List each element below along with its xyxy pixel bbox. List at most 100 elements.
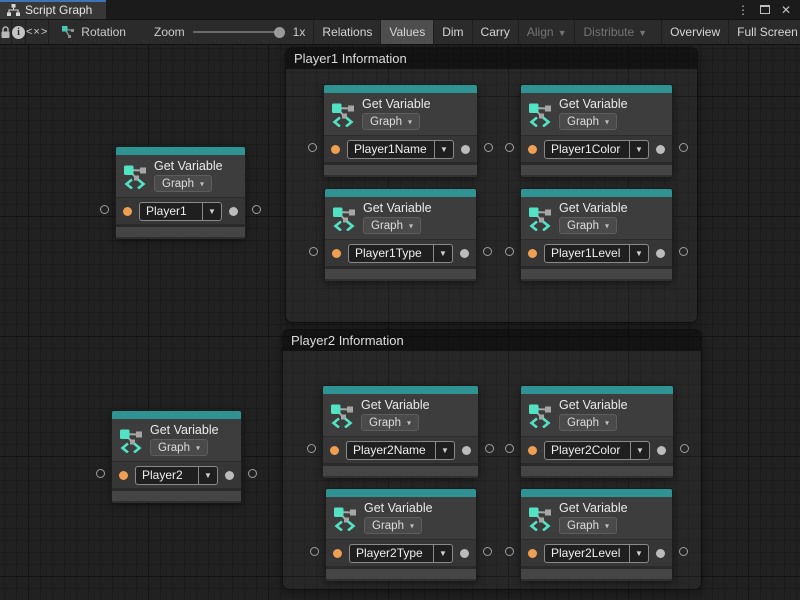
variable-scope-dropdown[interactable]: Graph ▾	[361, 414, 419, 431]
get-variable-node[interactable]: Get Variable Graph ▾ Player2 ▼	[111, 410, 242, 502]
output-connection-circle[interactable]	[679, 247, 688, 256]
variable-scope-dropdown[interactable]: Graph ▾	[362, 113, 420, 130]
name-input-port[interactable]	[528, 549, 537, 558]
variable-scope-dropdown[interactable]: Graph ▾	[559, 113, 617, 130]
get-variable-node[interactable]: Get Variable Graph ▾ Player2Name ▼	[322, 385, 479, 477]
output-connection-circle[interactable]	[679, 143, 688, 152]
name-input-port[interactable]	[528, 145, 537, 154]
toolbar-button[interactable]: Carry	[472, 20, 518, 44]
output-connection-circle[interactable]	[483, 547, 492, 556]
input-connection-circle[interactable]	[310, 547, 319, 556]
variable-name-dropdown[interactable]: Player2Type ▼	[349, 544, 453, 563]
name-input-port[interactable]	[528, 249, 537, 258]
get-variable-node[interactable]: Get Variable Graph ▾ Player1Type ▼	[324, 188, 477, 280]
input-connection-circle[interactable]	[96, 469, 105, 478]
node-title: Get Variable	[361, 399, 430, 412]
variable-name-dropdown[interactable]: Player1Level ▼	[544, 244, 649, 263]
output-connection-circle[interactable]	[248, 469, 257, 478]
variable-name-dropdown[interactable]: Player2Name ▼	[346, 441, 455, 460]
value-output-dot[interactable]	[656, 249, 665, 258]
variable-scope-dropdown[interactable]: Graph ▾	[150, 439, 208, 456]
name-input-port[interactable]	[333, 549, 342, 558]
input-connection-circle[interactable]	[505, 247, 514, 256]
get-variable-node[interactable]: Get Variable Graph ▾ Player1Name ▼	[323, 84, 478, 176]
toolbar-button[interactable]: Relations	[313, 20, 380, 44]
toolbar-button[interactable]: Align ▼	[518, 20, 575, 44]
variable-scope-dropdown[interactable]: Graph ▾	[559, 217, 617, 234]
toolbar-button[interactable]: Full Screen	[728, 20, 800, 44]
variable-scope-dropdown[interactable]: Graph ▾	[559, 517, 617, 534]
rotation-control[interactable]: Rotation	[49, 20, 136, 44]
window-controls: ⋮ ✕	[737, 0, 800, 19]
output-connection-circle[interactable]	[680, 444, 689, 453]
variable-scope-dropdown[interactable]: Graph ▾	[154, 175, 212, 192]
maximize-icon[interactable]	[760, 5, 770, 14]
get-variable-icon	[330, 101, 356, 127]
input-connection-circle[interactable]	[308, 143, 317, 152]
code-view-button[interactable]: <×>	[26, 20, 49, 44]
toolbar-button[interactable]: Overview	[661, 20, 728, 44]
variable-name-dropdown[interactable]: Player2Color ▼	[544, 441, 650, 460]
toolbar-button[interactable]: Values	[380, 20, 433, 44]
output-connection-circle[interactable]	[679, 547, 688, 556]
variable-name-dropdown[interactable]: Player1Type ▼	[348, 244, 453, 263]
output-connection-circle[interactable]	[485, 444, 494, 453]
get-variable-node[interactable]: Get Variable Graph ▾ Player1Color ▼	[520, 84, 673, 176]
info-button[interactable]: i	[12, 20, 26, 44]
value-output-dot[interactable]	[225, 471, 234, 480]
close-icon[interactable]: ✕	[781, 4, 791, 16]
name-input-port[interactable]	[331, 145, 340, 154]
group-header[interactable]: Player2 Information	[283, 330, 701, 351]
value-output-dot[interactable]	[460, 549, 469, 558]
name-input-port[interactable]	[123, 207, 132, 216]
toolbar-button[interactable]: Dim	[433, 20, 471, 44]
graph-canvas[interactable]: Player1 Information Player2 Information …	[0, 45, 800, 600]
kebab-menu-icon[interactable]: ⋮	[737, 4, 749, 16]
get-variable-node[interactable]: Get Variable Graph ▾ Player1 ▼	[115, 146, 246, 238]
value-output-dot[interactable]	[461, 145, 470, 154]
input-connection-circle[interactable]	[307, 444, 316, 453]
get-variable-node[interactable]: Get Variable Graph ▾ Player1Level ▼	[520, 188, 673, 280]
name-input-port[interactable]	[330, 446, 339, 455]
variable-name-dropdown[interactable]: Player2Level ▼	[544, 544, 649, 563]
input-connection-circle[interactable]	[505, 143, 514, 152]
chevron-down-icon: ▼	[433, 245, 452, 262]
get-variable-node[interactable]: Get Variable Graph ▾ Player2Type ▼	[325, 488, 477, 580]
value-output-dot[interactable]	[462, 446, 471, 455]
output-connection-circle[interactable]	[484, 143, 493, 152]
node-accent-bar	[325, 189, 476, 197]
get-variable-node[interactable]: Get Variable Graph ▾ Player2Level ▼	[520, 488, 673, 580]
name-input-port[interactable]	[332, 249, 341, 258]
input-connection-circle[interactable]	[309, 247, 318, 256]
get-variable-node[interactable]: Get Variable Graph ▾ Player2Color ▼	[520, 385, 674, 477]
value-output-dot[interactable]	[460, 249, 469, 258]
variable-name-dropdown[interactable]: Player1 ▼	[139, 202, 222, 221]
variable-scope-dropdown[interactable]: Graph ▾	[364, 517, 422, 534]
name-input-port[interactable]	[119, 471, 128, 480]
variable-name-dropdown[interactable]: Player1Color ▼	[544, 140, 649, 159]
output-connection-circle[interactable]	[483, 247, 492, 256]
variable-scope-dropdown[interactable]: Graph ▾	[363, 217, 421, 234]
input-connection-circle[interactable]	[505, 444, 514, 453]
value-output-dot[interactable]	[656, 549, 665, 558]
zoom-slider[interactable]	[193, 31, 285, 33]
value-output-dot[interactable]	[229, 207, 238, 216]
get-variable-icon	[527, 402, 553, 428]
zoom-slider-knob[interactable]	[274, 27, 285, 38]
node-accent-bar	[521, 386, 673, 394]
value-output-dot[interactable]	[656, 145, 665, 154]
input-connection-circle[interactable]	[505, 547, 514, 556]
input-connection-circle[interactable]	[100, 205, 109, 214]
chevron-down-icon: ▼	[629, 141, 648, 158]
variable-name-dropdown[interactable]: Player2 ▼	[135, 466, 218, 485]
variable-name-dropdown[interactable]: Player1Name ▼	[347, 140, 454, 159]
name-input-port[interactable]	[528, 446, 537, 455]
tab-script-graph[interactable]: Script Graph	[0, 0, 106, 19]
toolbar-button[interactable]: Distribute ▼	[574, 20, 655, 44]
variable-scope-dropdown[interactable]: Graph ▾	[559, 414, 617, 431]
lock-button[interactable]	[0, 20, 12, 44]
value-output-dot[interactable]	[657, 446, 666, 455]
group-header[interactable]: Player1 Information	[286, 48, 697, 69]
output-connection-circle[interactable]	[252, 205, 261, 214]
get-variable-icon	[332, 505, 358, 531]
